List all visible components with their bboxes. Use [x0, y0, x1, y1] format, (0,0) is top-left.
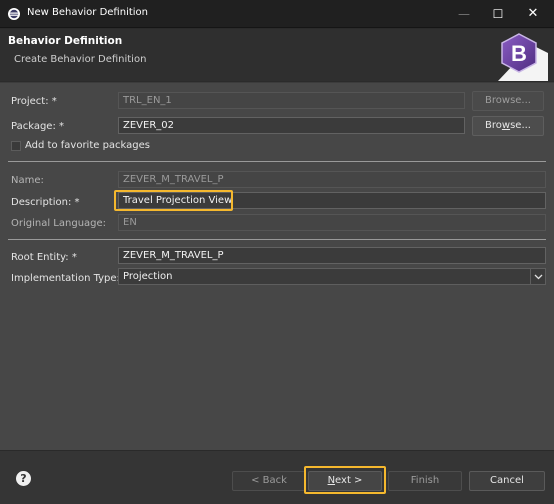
- maximize-button[interactable]: ☐: [481, 0, 515, 28]
- implementation-type-value: Projection: [123, 271, 173, 282]
- minimize-button[interactable]: —: [447, 0, 481, 28]
- implementation-type-label: Implementation Type: *: [11, 273, 129, 284]
- banner-title: Behavior Definition: [8, 35, 123, 47]
- wizard-content: [0, 82, 554, 450]
- original-language-label: Original Language:: [11, 218, 107, 229]
- name-field: ZEVER_M_TRAVEL_P: [118, 171, 546, 188]
- description-label: Description: *: [11, 197, 80, 208]
- finish-button[interactable]: Finish: [388, 471, 462, 491]
- original-language-field: EN: [118, 214, 546, 231]
- chevron-down-icon[interactable]: [530, 269, 545, 284]
- banner-subtitle: Create Behavior Definition: [14, 54, 147, 65]
- separator: [8, 161, 546, 162]
- separator: [8, 239, 546, 240]
- favorite-checkbox[interactable]: [11, 141, 21, 151]
- package-field[interactable]: ZEVER_02: [118, 117, 465, 134]
- behavior-definition-logo-icon: B: [498, 33, 548, 81]
- root-entity-label: Root Entity: *: [11, 252, 77, 263]
- window-title: New Behavior Definition: [27, 7, 148, 18]
- eclipse-icon: [8, 8, 20, 20]
- package-label: Package: *: [11, 121, 64, 132]
- favorite-label: Add to favorite packages: [25, 140, 151, 151]
- svg-text:B: B: [511, 41, 527, 66]
- project-label: Project: *: [11, 96, 57, 107]
- close-button[interactable]: ✕: [516, 0, 550, 28]
- wizard-footer: ? < Back Next > Finish Cancel: [0, 450, 554, 504]
- help-icon[interactable]: ?: [16, 471, 31, 486]
- wizard-banner: Behavior Definition Create Behavior Defi…: [0, 29, 554, 81]
- back-button[interactable]: < Back: [232, 471, 306, 491]
- title-bar: New Behavior Definition — ☐ ✕: [0, 0, 554, 28]
- next-button-highlight: [304, 466, 386, 494]
- project-field: TRL_EN_1: [118, 92, 465, 109]
- implementation-type-select[interactable]: Projection: [118, 268, 546, 285]
- project-browse-button[interactable]: Browse...: [472, 91, 544, 111]
- name-label: Name:: [11, 175, 44, 186]
- package-browse-button[interactable]: Browse...: [472, 116, 544, 136]
- root-entity-field[interactable]: ZEVER_M_TRAVEL_P: [118, 247, 546, 264]
- cancel-button[interactable]: Cancel: [469, 471, 545, 491]
- description-highlight: [114, 190, 233, 211]
